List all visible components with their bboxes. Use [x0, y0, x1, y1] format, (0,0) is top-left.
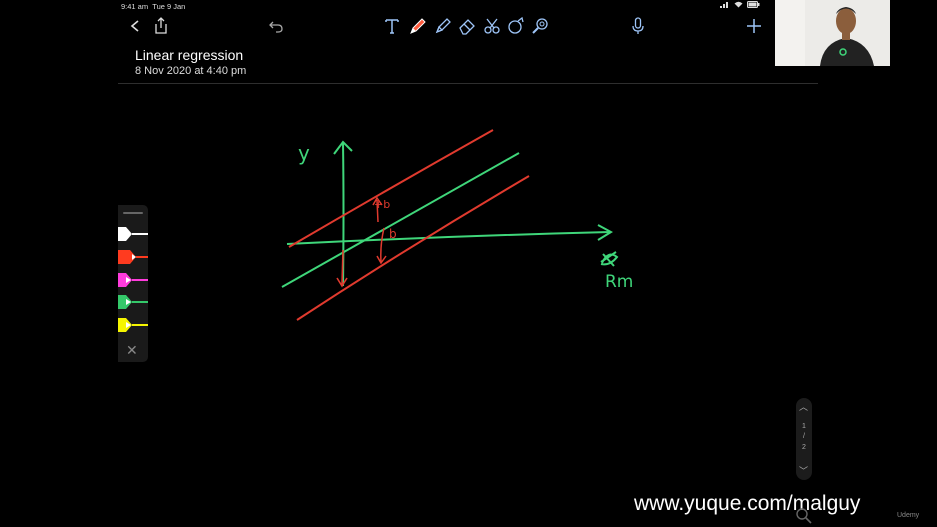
x-axis-label: Rm: [605, 272, 633, 292]
regression-line: [281, 152, 520, 288]
upper-b-label: +b: [374, 198, 390, 211]
page-separator: /: [803, 433, 805, 440]
udemy-badge: Udemy: [897, 512, 920, 519]
page-down-icon[interactable]: ﹀: [799, 464, 808, 477]
presenter-video: [775, 0, 890, 66]
search-icon[interactable]: [793, 505, 815, 527]
page-number-current: 1: [802, 423, 806, 430]
scribble-mark: [600, 251, 619, 267]
page-up-icon[interactable]: ︿: [799, 400, 808, 413]
x-axis: [286, 231, 611, 245]
y-axis-label: y: [298, 141, 310, 165]
webcam-overlay: [775, 0, 890, 66]
page-navigator[interactable]: ︿ 1 / 2 ﹀: [796, 398, 812, 480]
lower-margin-line: [296, 175, 530, 321]
page-number-total: 2: [802, 444, 806, 451]
lower-b-label: b: [389, 227, 397, 241]
watermark-url: www.yuque.com/malguy: [634, 492, 861, 515]
